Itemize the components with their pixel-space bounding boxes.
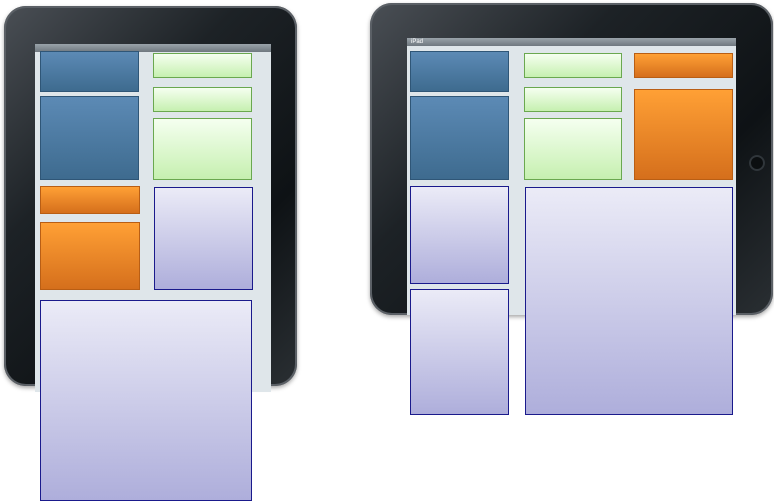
landscape-tile-orange-large [634, 89, 733, 180]
landscape-tile-green-3 [524, 118, 622, 180]
landscape-tile-lavender-upper-left [410, 186, 509, 284]
landscape-tile-orange-small [634, 53, 733, 78]
portrait-tile-green-2 [153, 87, 252, 112]
landscape-tile-lavender-large [525, 187, 733, 415]
landscape-tile-blue-large [410, 96, 509, 180]
portrait-tile-blue-small [40, 51, 139, 92]
status-carrier: iPad [411, 39, 424, 45]
status-bar: iPad [407, 38, 736, 46]
home-button [749, 155, 765, 171]
portrait-tile-green-3 [153, 118, 252, 180]
portrait-tile-orange-small [40, 186, 140, 214]
portrait-tile-blue-large [40, 96, 139, 180]
landscape-tile-green-2 [524, 87, 622, 112]
portrait-tile-lavender-small [154, 187, 253, 290]
portrait-tile-lavender-large [40, 300, 252, 501]
portrait-tile-orange-large [40, 222, 140, 290]
portrait-tile-green-1 [153, 53, 252, 78]
landscape-tile-lavender-lower-left [410, 289, 509, 415]
landscape-tile-green-1 [524, 53, 622, 78]
landscape-tile-blue-small [410, 51, 509, 92]
